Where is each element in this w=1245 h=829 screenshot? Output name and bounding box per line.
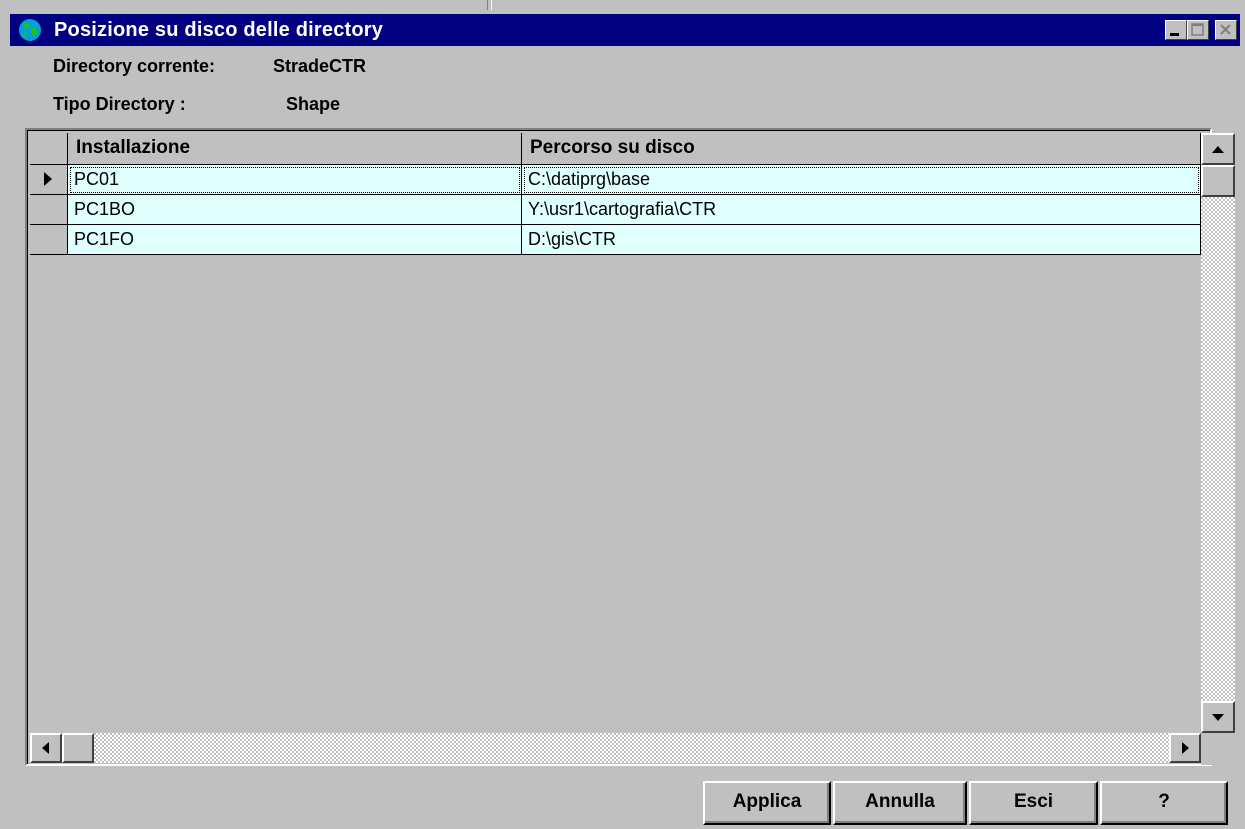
vertical-scrollbar[interactable] — [1201, 133, 1235, 733]
scrollbar-corner — [1201, 733, 1235, 765]
row-selector[interactable] — [30, 195, 68, 225]
header-corner[interactable] — [30, 133, 68, 165]
scroll-left-button[interactable] — [30, 733, 62, 763]
globe-icon[interactable] — [18, 18, 42, 42]
close-icon[interactable] — [1215, 20, 1237, 40]
directory-type-value: Shape — [286, 94, 341, 114]
cell-installazione[interactable]: PC01 — [68, 165, 522, 195]
directory-type-label: Tipo Directory : — [53, 94, 186, 114]
arrow-down-icon — [1212, 714, 1224, 721]
current-directory-label: Directory corrente: — [53, 56, 216, 76]
cancel-button[interactable]: Annulla — [833, 781, 967, 825]
scroll-down-button[interactable] — [1201, 701, 1235, 733]
vertical-scroll-thumb[interactable] — [1201, 165, 1235, 197]
arrow-left-icon — [42, 742, 49, 754]
cell-installazione[interactable]: PC1FO — [68, 225, 522, 255]
cell-installazione[interactable]: PC1BO — [68, 195, 522, 225]
cell-percorso[interactable]: D:\gis\CTR — [522, 225, 1201, 255]
help-button[interactable]: ? — [1100, 781, 1228, 825]
background-window-strip — [0, 0, 1245, 10]
scroll-right-button[interactable] — [1169, 733, 1201, 763]
horizontal-scrollbar[interactable] — [30, 733, 1201, 763]
arrow-up-icon — [1212, 146, 1224, 153]
apply-button[interactable]: Applica — [703, 781, 831, 825]
cell-percorso[interactable]: C:\datiprg\base — [522, 165, 1201, 195]
minimize-icon[interactable] — [1165, 20, 1187, 40]
current-directory-value: StradeCTR — [273, 56, 367, 76]
triangle-right-icon — [44, 172, 52, 186]
title-bar[interactable]: Posizione su disco delle directory — [10, 14, 1240, 46]
horizontal-scroll-thumb[interactable] — [62, 733, 94, 763]
cell-percorso[interactable]: Y:\usr1\cartografia\CTR — [522, 195, 1201, 225]
column-header-percorso[interactable]: Percorso su disco — [522, 133, 1201, 165]
maximize-icon[interactable] — [1187, 20, 1209, 40]
row-selector[interactable] — [30, 225, 68, 255]
directory-grid[interactable]: Installazione Percorso su disco PC01 C:\… — [25, 128, 1235, 766]
window-title: Posizione su disco delle directory — [54, 19, 384, 41]
arrow-right-icon — [1182, 742, 1189, 754]
grid-inner: Installazione Percorso su disco PC01 C:\… — [27, 130, 1235, 765]
exit-button[interactable]: Esci — [969, 781, 1098, 825]
background-divider — [487, 0, 492, 10]
scroll-up-button[interactable] — [1201, 133, 1235, 165]
row-selector[interactable] — [30, 165, 68, 195]
column-header-installazione[interactable]: Installazione — [68, 133, 522, 165]
